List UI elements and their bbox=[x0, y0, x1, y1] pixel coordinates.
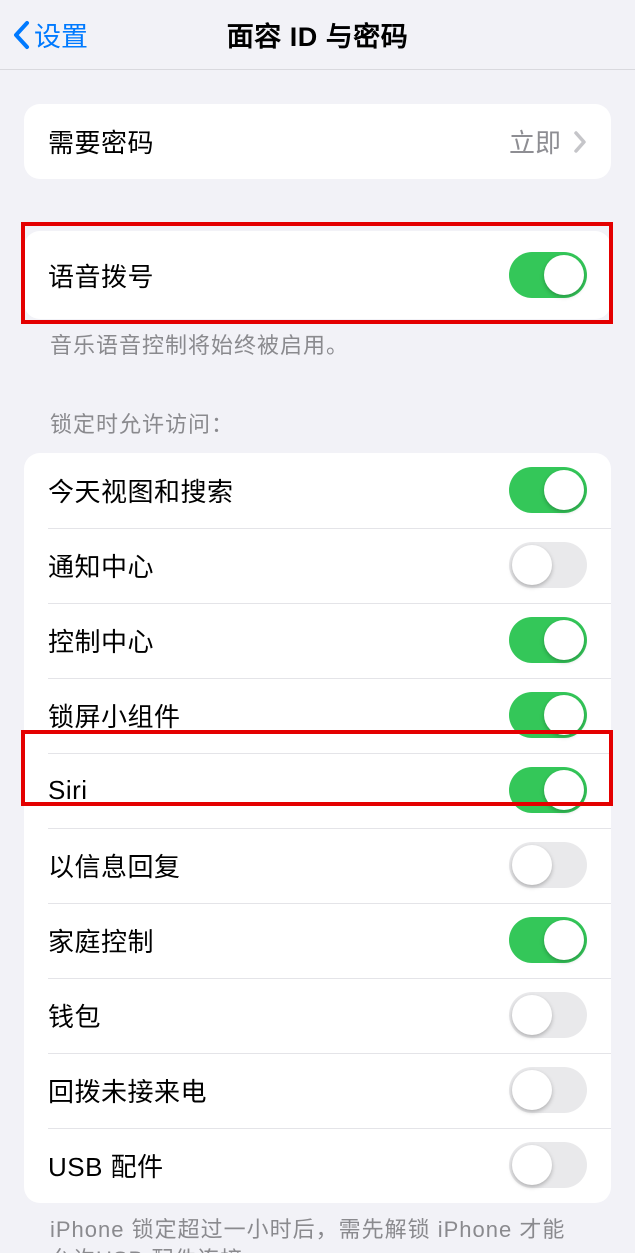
locked-access-item-toggle[interactable] bbox=[509, 617, 587, 663]
locked-access-item-toggle[interactable] bbox=[509, 842, 587, 888]
voice-dial-footer: 音乐语音控制将始终被启用。 bbox=[24, 319, 611, 362]
locked-access-row: 以信息回复 bbox=[24, 828, 611, 903]
locked-access-row: 今天视图和搜索 bbox=[24, 453, 611, 528]
locked-access-item-toggle[interactable] bbox=[509, 1142, 587, 1188]
navigation-bar: 设置 面容 ID 与密码 bbox=[0, 0, 635, 70]
locked-access-item-toggle[interactable] bbox=[509, 1067, 587, 1113]
chevron-right-icon bbox=[573, 130, 587, 154]
locked-access-item-label: 以信息回复 bbox=[48, 847, 181, 884]
locked-access-item-label: 今天视图和搜索 bbox=[48, 472, 234, 509]
locked-access-header: 锁定时允许访问： bbox=[24, 398, 611, 441]
locked-access-row: USB 配件 bbox=[24, 1128, 611, 1203]
locked-access-row: 家庭控制 bbox=[24, 903, 611, 978]
locked-access-item-toggle[interactable] bbox=[509, 767, 587, 813]
back-label: 设置 bbox=[34, 15, 88, 54]
group-locked-access: 今天视图和搜索通知中心控制中心锁屏小组件 Siri 以信息回复家庭控制钱包回拨未接来… bbox=[24, 453, 611, 1203]
back-button[interactable]: 设置 bbox=[12, 15, 88, 54]
locked-access-item-toggle[interactable] bbox=[509, 992, 587, 1038]
locked-access-item-label: 家庭控制 bbox=[48, 922, 154, 959]
locked-access-item-label: Siri bbox=[48, 775, 88, 806]
locked-access-row: 控制中心 bbox=[24, 603, 611, 678]
locked-access-item-label: 通知中心 bbox=[48, 547, 154, 584]
locked-access-item-label: 控制中心 bbox=[48, 622, 154, 659]
locked-access-row: 锁屏小组件 bbox=[24, 678, 611, 753]
require-passcode-value: 立即 bbox=[509, 123, 561, 160]
locked-access-item-label: 钱包 bbox=[48, 997, 101, 1034]
locked-access-item-toggle[interactable] bbox=[509, 917, 587, 963]
locked-access-footer: iPhone 锁定超过一小时后，需先解锁 iPhone 才能允许USB 配件连接… bbox=[24, 1203, 611, 1253]
chevron-left-icon bbox=[12, 20, 30, 50]
locked-access-item-toggle[interactable] bbox=[509, 542, 587, 588]
group-voice-dial: 语音拨号 bbox=[24, 231, 611, 319]
locked-access-item-label: 回拨未接来电 bbox=[48, 1072, 207, 1109]
locked-access-item-toggle[interactable] bbox=[509, 692, 587, 738]
voice-dial-toggle[interactable] bbox=[509, 252, 587, 298]
require-passcode-label: 需要密码 bbox=[48, 123, 154, 160]
page-title: 面容 ID 与密码 bbox=[227, 15, 409, 54]
locked-access-item-label: USB 配件 bbox=[48, 1147, 164, 1184]
locked-access-row: Siri bbox=[24, 753, 611, 828]
row-voice-dial: 语音拨号 bbox=[24, 231, 611, 319]
voice-dial-label: 语音拨号 bbox=[48, 257, 154, 294]
locked-access-row: 钱包 bbox=[24, 978, 611, 1053]
locked-access-row: 通知中心 bbox=[24, 528, 611, 603]
row-require-passcode[interactable]: 需要密码 立即 bbox=[24, 104, 611, 179]
group-require-passcode: 需要密码 立即 bbox=[24, 104, 611, 179]
locked-access-row: 回拨未接来电 bbox=[24, 1053, 611, 1128]
locked-access-item-toggle[interactable] bbox=[509, 467, 587, 513]
locked-access-item-label: 锁屏小组件 bbox=[48, 697, 181, 734]
